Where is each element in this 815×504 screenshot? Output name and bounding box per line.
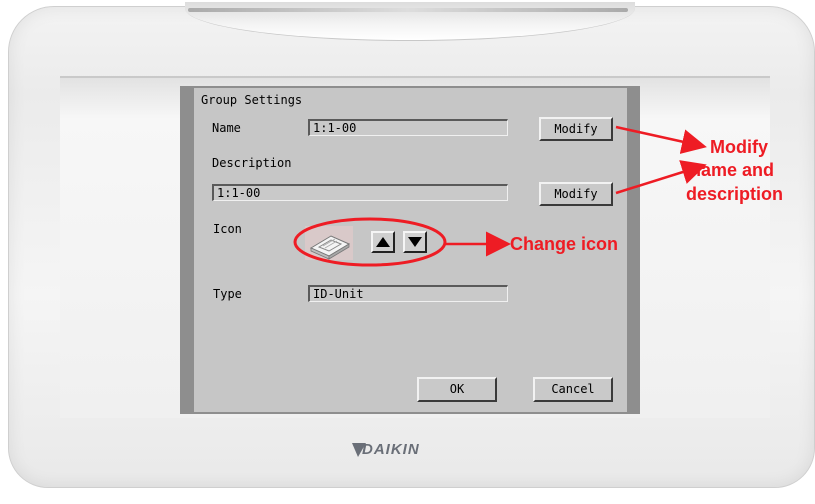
annotation-change-icon: Change icon: [510, 234, 619, 254]
change-icon-highlight: [293, 217, 447, 267]
brand-label: DAIKIN: [362, 441, 420, 458]
annotation-modify-line3: description: [686, 184, 784, 204]
annotation-overlay: [293, 125, 707, 267]
annotation-arrow-name: [615, 125, 707, 154]
annotation-modify-line1: Modify: [710, 137, 768, 157]
annotation-modify-line2: name and: [690, 160, 775, 180]
